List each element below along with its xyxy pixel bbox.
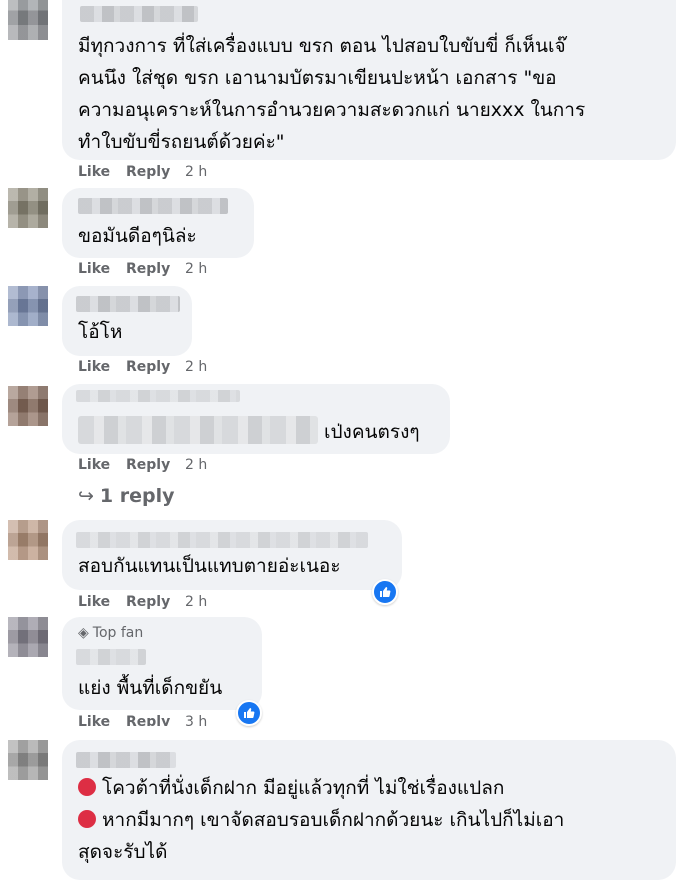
avatar[interactable] — [8, 386, 48, 426]
view-replies-link[interactable]: ↪ 1 reply — [78, 485, 175, 507]
red-circle-icon — [78, 810, 96, 828]
comment-actions: Like Reply 3 h — [78, 714, 207, 726]
comment-actions: Like Reply 2 h — [78, 594, 207, 614]
timestamp[interactable]: 2 h — [185, 164, 207, 184]
comment-actions: Like Reply 2 h — [78, 164, 207, 184]
like-reaction-icon[interactable] — [372, 579, 398, 605]
comment-bubble: สอบกันแทนเป็นแทบตายอ่ะเนอะ — [62, 520, 402, 590]
comment-actions: Like Reply 2 h — [78, 359, 207, 379]
comment-text: มีทุกวงการ ที่ใส่เครื่องแบบ ขรก ตอน ไปสอ… — [78, 35, 586, 153]
diamond-icon: ◈ — [78, 625, 89, 641]
comment-actions: Like Reply 2 h — [78, 261, 207, 281]
avatar[interactable] — [8, 520, 48, 560]
comment-actions: Like Reply 2 h — [78, 457, 207, 477]
reply-button[interactable]: Reply — [126, 359, 185, 379]
avatar[interactable] — [8, 188, 48, 228]
comment-text: ขอมันดีอๆนิล่ะ — [78, 225, 197, 247]
comment-bubble: โควต้าที่นั่งเด็กฝาก มีอยู่แล้วทุกที่ ไม… — [62, 740, 676, 880]
avatar[interactable] — [8, 740, 48, 780]
timestamp[interactable]: 2 h — [185, 457, 207, 477]
timestamp[interactable]: 2 h — [185, 359, 207, 379]
avatar[interactable] — [8, 286, 48, 326]
reply-button[interactable]: Reply — [126, 164, 185, 184]
blurred-text-segment — [78, 416, 318, 444]
timestamp[interactable]: 2 h — [185, 261, 207, 281]
comment-text: สอบกันแทนเป็นแทบตายอ่ะเนอะ — [78, 555, 341, 577]
author-name-blurred[interactable] — [78, 198, 228, 214]
comment-bubble: เป่งคนตรงๆ — [62, 384, 450, 454]
comment-text: แย่ง พื้นที่เด็กขยัน — [78, 677, 223, 699]
comment-bubble: ขอมันดีอๆนิล่ะ — [62, 188, 254, 258]
comment-bubble: โอ้โห — [62, 286, 192, 356]
comment-text: โอ้โห — [78, 321, 123, 343]
author-name-blurred[interactable] — [76, 649, 146, 665]
reply-button[interactable]: Reply — [126, 594, 185, 614]
reply-button[interactable]: Reply — [126, 457, 185, 477]
comment-bubble: ◈ Top fan แย่ง พื้นที่เด็กขยัน — [62, 617, 262, 710]
author-name-blurred[interactable] — [76, 752, 176, 768]
like-button[interactable]: Like — [78, 359, 126, 379]
like-button[interactable]: Like — [78, 714, 126, 726]
author-name-blurred[interactable] — [76, 532, 368, 548]
timestamp[interactable]: 3 h — [185, 714, 207, 726]
like-button[interactable]: Like — [78, 261, 126, 281]
comment-text: เป่งคนตรงๆ — [324, 421, 420, 443]
like-reaction-icon[interactable] — [236, 700, 262, 726]
like-button[interactable]: Like — [78, 457, 126, 477]
reply-button[interactable]: Reply — [126, 714, 185, 726]
red-circle-icon — [78, 778, 96, 796]
author-name-blurred[interactable] — [76, 390, 240, 402]
top-fan-badge[interactable]: ◈ Top fan — [78, 625, 143, 641]
timestamp[interactable]: 2 h — [185, 594, 207, 614]
comment-bubble: มีทุกวงการ ที่ใส่เครื่องแบบ ขรก ตอน ไปสอ… — [62, 0, 676, 160]
avatar[interactable] — [8, 0, 48, 40]
author-name-blurred[interactable] — [76, 296, 180, 312]
like-button[interactable]: Like — [78, 164, 126, 184]
reply-button[interactable]: Reply — [126, 261, 185, 281]
avatar[interactable] — [8, 617, 48, 657]
reply-arrow-icon: ↪ — [78, 485, 94, 507]
comment-text: โควต้าที่นั่งเด็กฝาก มีอยู่แล้วทุกที่ ไม… — [78, 777, 565, 863]
author-name-blurred[interactable] — [80, 6, 198, 22]
like-button[interactable]: Like — [78, 594, 126, 614]
